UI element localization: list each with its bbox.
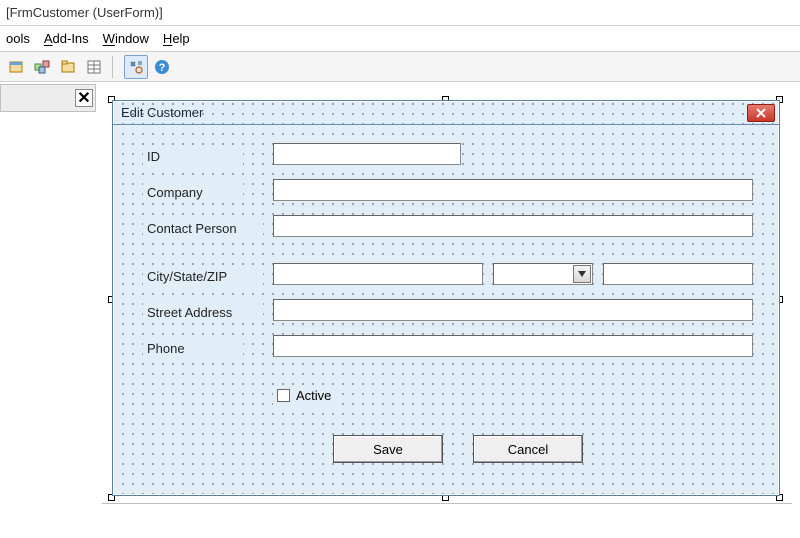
tool-properties-icon[interactable] [82,55,106,79]
city-field[interactable] [273,263,483,285]
tool-toolbox-icon[interactable] [124,55,148,79]
menu-help[interactable]: Help [163,31,190,46]
tool-form-icon[interactable] [4,55,28,79]
tool-help-icon[interactable]: ? [150,55,174,79]
label-id: ID [143,145,243,167]
label-company: Company [143,181,243,203]
svg-text:?: ? [159,62,166,74]
tool-project-icon[interactable] [56,55,80,79]
toolbar: ? [0,52,800,82]
label-street: Street Address [143,301,263,323]
company-field[interactable] [273,179,753,201]
label-city-state-zip: City/State/ZIP [143,265,263,287]
userform-caption: Edit Customer [121,105,203,120]
ide-titlebar: [FrmCustomer (UserForm)] [0,0,800,26]
toolbar-separator [112,56,118,78]
chevron-down-icon[interactable] [573,265,591,283]
ide-title-text: [FrmCustomer (UserForm)] [6,5,163,20]
menu-addins[interactable]: Add-Ins [44,31,89,46]
menu-window[interactable]: Window [103,31,149,46]
street-field[interactable] [273,299,753,321]
userform-close-button[interactable] [747,104,775,122]
close-icon[interactable]: ✕ [75,89,93,107]
zip-field[interactable] [603,263,753,285]
phone-field[interactable] [273,335,753,357]
bottom-scrollbar-track[interactable] [102,503,792,507]
contact-field[interactable] [273,215,753,237]
userform-titlebar[interactable]: Edit Customer [113,101,779,125]
save-button[interactable]: Save [333,435,443,463]
active-checkbox[interactable]: Active [273,385,335,405]
menubar: ools Add-Ins Window Help [0,26,800,52]
userform-body: ID Company Contact Person City/State/ZIP… [113,125,779,495]
state-dropdown[interactable] [493,263,593,285]
label-phone: Phone [143,337,243,359]
userform-edit-customer[interactable]: Edit Customer ID Company Contact Person … [112,100,780,496]
tool-components-icon[interactable] [30,55,54,79]
menu-tools[interactable]: ools [6,31,30,46]
form-designer-canvas[interactable]: Edit Customer ID Company Contact Person … [108,96,784,502]
checkbox-box [277,389,290,402]
close-x-icon [755,108,767,118]
id-field[interactable] [273,143,461,165]
label-contact: Contact Person [143,217,263,239]
project-explorer-header: ✕ [0,84,96,112]
label-active: Active [296,388,331,403]
cancel-button[interactable]: Cancel [473,435,583,463]
